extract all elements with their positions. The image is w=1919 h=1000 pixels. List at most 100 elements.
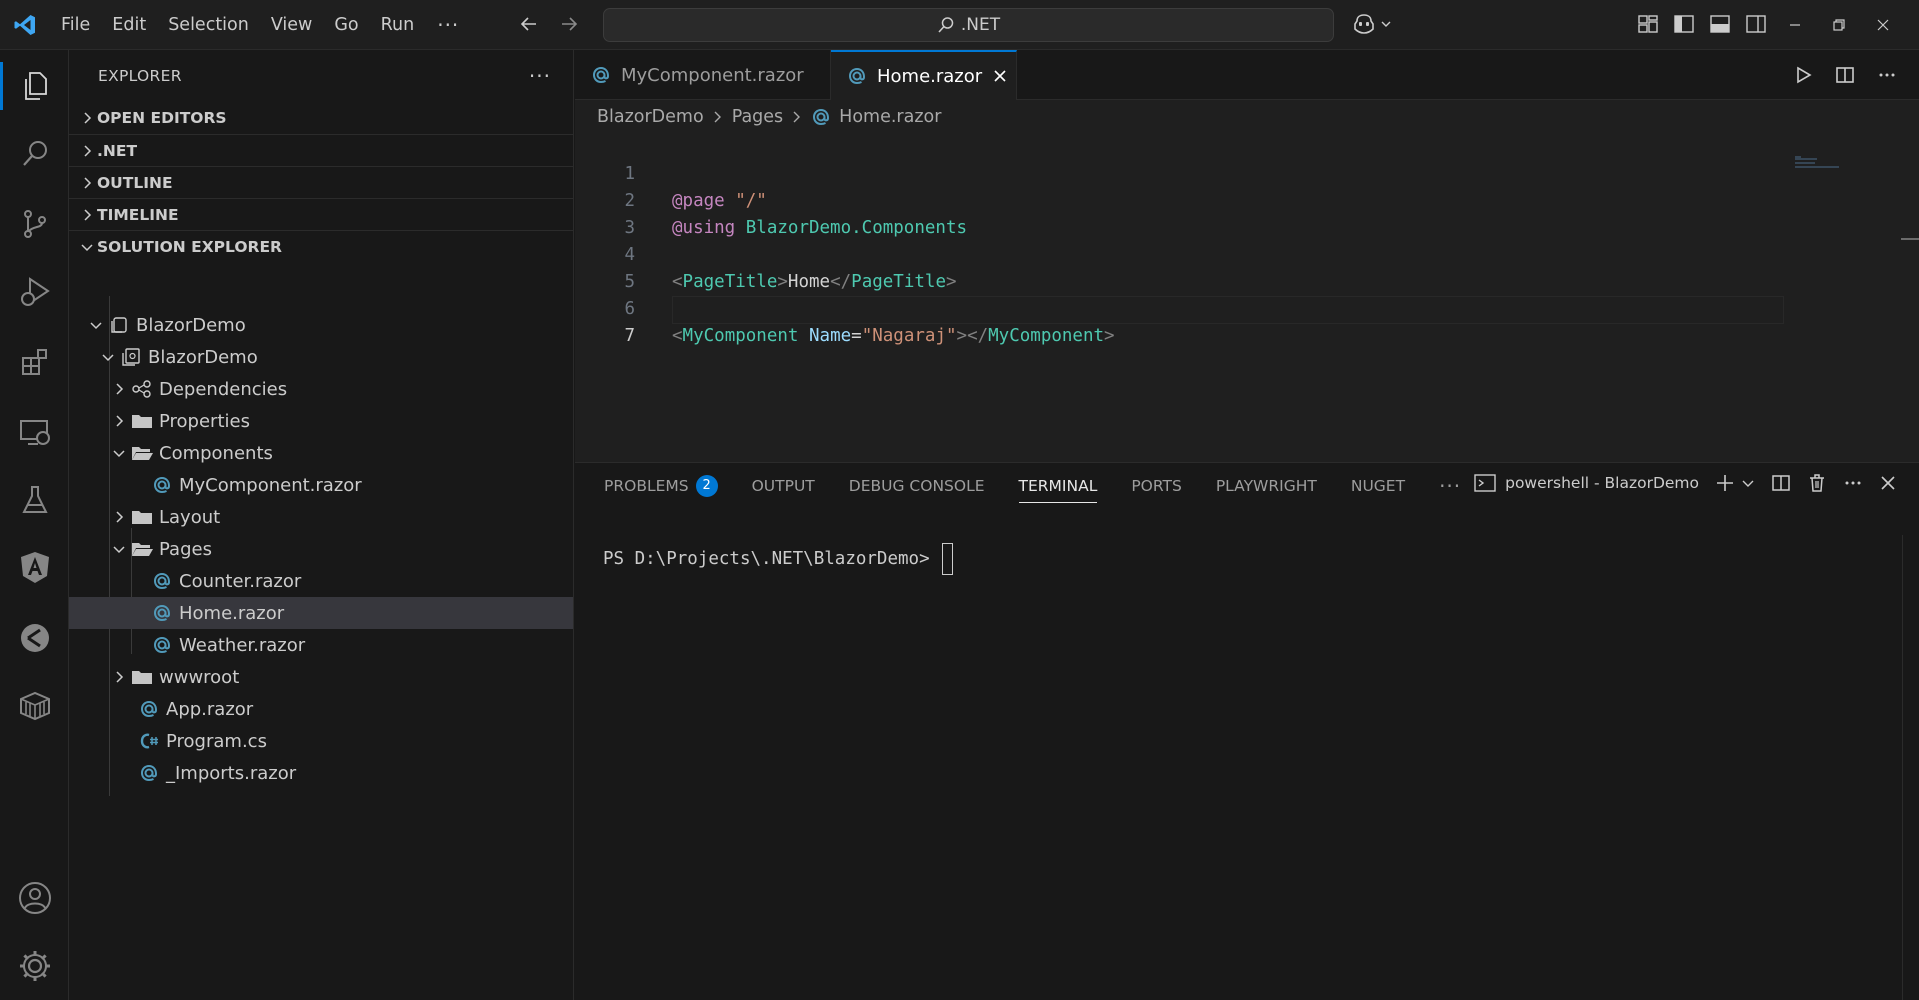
breadcrumb-item[interactable]: Home.razor — [839, 107, 941, 127]
chevron-down-icon — [98, 341, 118, 373]
tree-item-weather[interactable]: Weather.razor — [69, 629, 573, 661]
explorer-more-button[interactable]: ··· — [529, 64, 551, 88]
copilot-menu[interactable] — [1352, 13, 1392, 35]
close-tab-icon[interactable] — [992, 68, 1008, 84]
tab-label: OUTPUT — [751, 477, 815, 495]
menu-go[interactable]: Go — [323, 0, 369, 50]
problems-count-badge: 2 — [695, 475, 718, 497]
tree-item-components[interactable]: Components — [69, 437, 573, 469]
split-terminal-icon[interactable] — [1771, 473, 1791, 493]
breadcrumb-item[interactable]: Pages — [732, 107, 783, 127]
menu-edit[interactable]: Edit — [101, 0, 157, 50]
tab-home[interactable]: Home.razor — [831, 50, 1017, 100]
tree-item-label: Pages — [159, 538, 212, 560]
chevron-down-icon[interactable] — [1741, 476, 1755, 490]
settings-gear-icon[interactable] — [0, 936, 69, 996]
tree-item-pages[interactable]: Pages — [69, 533, 573, 565]
tree-item-app[interactable]: App.razor — [69, 693, 573, 725]
containers-icon[interactable] — [0, 676, 69, 736]
tree-item-solution[interactable]: BlazorDemo — [69, 309, 573, 341]
section-dotnet-label: .NET — [97, 141, 138, 160]
section-outline-label: OUTLINE — [97, 173, 173, 192]
tree-item-program[interactable]: Program.cs — [69, 725, 573, 757]
toggle-panel-icon[interactable] — [1709, 13, 1731, 35]
code-editor[interactable]: 1 @page "/" 2 @using BlazorDemo.Componen… — [575, 134, 1919, 462]
more-actions-icon[interactable] — [1877, 65, 1897, 85]
tab-debug-console[interactable]: DEBUG CONSOLE — [832, 463, 1002, 509]
back-icon[interactable] — [518, 13, 540, 35]
close-icon[interactable] — [1876, 18, 1890, 32]
chevron-down-icon — [109, 533, 129, 565]
chevron-right-icon — [69, 176, 97, 190]
menu-run[interactable]: Run — [370, 0, 426, 50]
minimap[interactable] — [1795, 156, 1839, 170]
source-control-icon[interactable] — [0, 194, 69, 254]
section-outline[interactable]: OUTLINE — [69, 166, 573, 198]
terminal-name: powershell - BlazorDemo — [1505, 474, 1699, 492]
tab-problems[interactable]: PROBLEMS 2 — [575, 463, 735, 509]
tree-item-label: Components — [159, 442, 273, 464]
tree-item-mycomponent[interactable]: MyComponent.razor — [69, 469, 573, 501]
code-token: ></ — [956, 326, 989, 346]
run-icon[interactable] — [1793, 65, 1813, 85]
tab-mycomponent[interactable]: MyComponent.razor — [575, 50, 831, 100]
terminal-icon — [1474, 473, 1496, 493]
tab-output[interactable]: OUTPUT — [735, 463, 832, 509]
menu-file[interactable]: File — [50, 0, 101, 50]
accounts-icon[interactable] — [0, 868, 69, 928]
razor-file-icon — [149, 629, 175, 661]
terminal-selector[interactable]: powershell - BlazorDemo — [1474, 473, 1699, 493]
tab-playwright[interactable]: PLAYWRIGHT — [1199, 463, 1334, 509]
remote-explorer-icon[interactable] — [0, 402, 69, 462]
forward-icon[interactable] — [558, 13, 580, 35]
section-timeline[interactable]: TIMELINE — [69, 198, 573, 230]
angular-icon[interactable] — [0, 538, 69, 598]
tab-nuget[interactable]: NUGET — [1334, 463, 1422, 509]
tree-item-layout[interactable]: Layout — [69, 501, 573, 533]
panel-more-button[interactable]: ··· — [1422, 463, 1478, 509]
menu-selection[interactable]: Selection — [157, 0, 260, 50]
extensions-icon[interactable] — [0, 332, 69, 392]
tree-item-properties[interactable]: Properties — [69, 405, 573, 437]
toggle-sidebar-icon[interactable] — [1673, 13, 1695, 35]
restore-icon[interactable] — [1832, 18, 1846, 32]
trash-icon[interactable] — [1807, 473, 1827, 493]
terminal-output[interactable]: PS D:\Projects\.NET\BlazorDemo> — [603, 543, 953, 575]
tree-item-dependencies[interactable]: Dependencies — [69, 373, 573, 405]
menu-view[interactable]: View — [260, 0, 324, 50]
panel-tab-bar: PROBLEMS 2 OUTPUT DEBUG CONSOLE TERMINAL… — [575, 463, 1478, 509]
git-lens-icon[interactable] — [0, 608, 69, 668]
search-icon[interactable] — [0, 124, 69, 184]
tab-terminal[interactable]: TERMINAL — [1002, 463, 1115, 509]
tree-item-wwwroot[interactable]: wwwroot — [69, 661, 573, 693]
razor-file-icon — [136, 757, 162, 789]
close-panel-icon[interactable] — [1879, 474, 1897, 492]
testing-icon[interactable] — [0, 470, 69, 530]
menu-more-button[interactable]: ··· — [425, 13, 471, 37]
customize-layout-icon[interactable] — [1637, 13, 1659, 35]
breadcrumb-item[interactable]: BlazorDemo — [597, 107, 704, 127]
razor-file-icon — [847, 66, 867, 86]
split-editor-icon[interactable] — [1835, 65, 1855, 85]
run-debug-icon[interactable] — [0, 262, 69, 322]
chevron-right-icon — [712, 110, 724, 124]
tab-ports[interactable]: PORTS — [1114, 463, 1199, 509]
title-bar: File Edit Selection View Go Run ··· .NET — [0, 0, 1919, 50]
section-solution-explorer[interactable]: SOLUTION EXPLORER — [69, 230, 573, 262]
explorer-icon[interactable] — [0, 56, 69, 116]
tree-item-project[interactable]: BlazorDemo — [69, 341, 573, 373]
terminal-scrollbar[interactable] — [1902, 535, 1919, 1000]
new-terminal-icon[interactable] — [1715, 473, 1735, 493]
tree-item-counter[interactable]: Counter.razor — [69, 565, 573, 597]
section-dotnet[interactable]: .NET — [69, 134, 573, 166]
tab-label: PLAYWRIGHT — [1215, 477, 1317, 495]
more-actions-icon[interactable] — [1843, 473, 1863, 493]
tree-item-home[interactable]: Home.razor — [69, 597, 573, 629]
section-open-editors[interactable]: OPEN EDITORS — [69, 102, 573, 134]
minimize-icon[interactable] — [1788, 18, 1802, 32]
csharp-file-icon — [136, 725, 162, 757]
tree-item-label: BlazorDemo — [148, 346, 258, 368]
command-center-search[interactable]: .NET — [603, 8, 1334, 42]
toggle-secondary-sidebar-icon[interactable] — [1745, 13, 1767, 35]
tree-item-imports[interactable]: _Imports.razor — [69, 757, 573, 789]
